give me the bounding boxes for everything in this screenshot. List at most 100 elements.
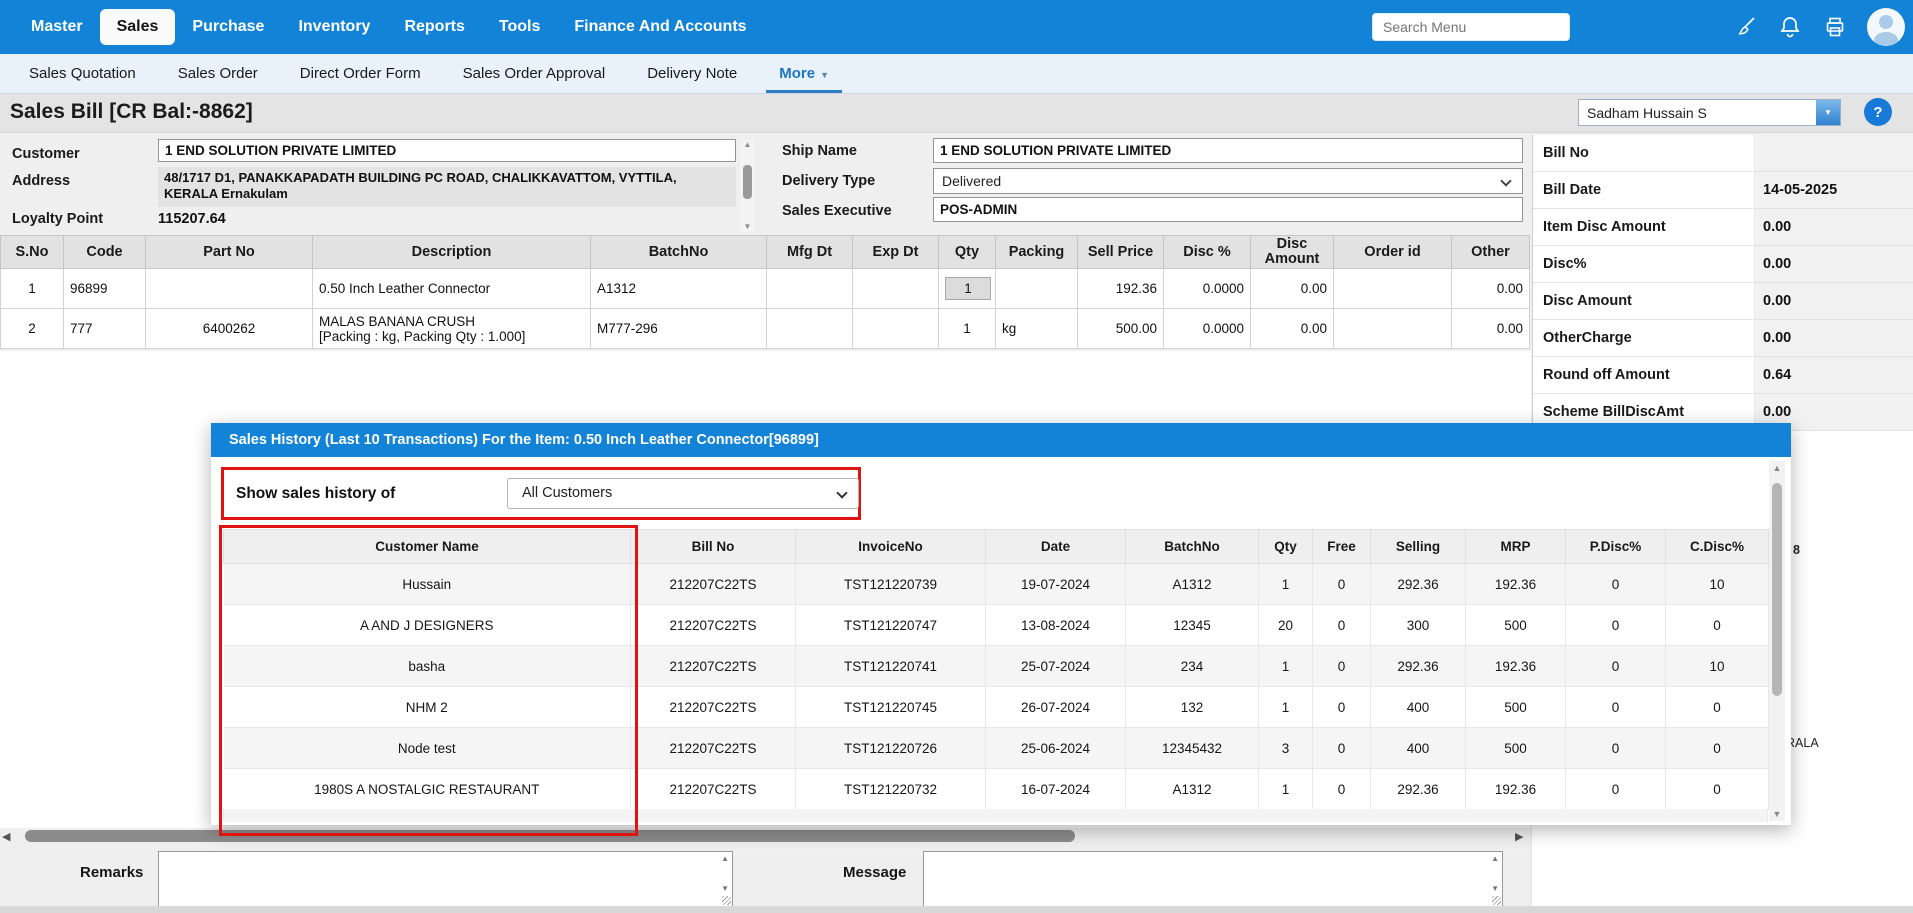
items-cell-order_id bbox=[1334, 309, 1452, 349]
loyalty-point-label: Loyalty Point bbox=[12, 211, 103, 227]
bell-icon[interactable] bbox=[1777, 14, 1803, 40]
items-cell-disc_pct: 0.0000 bbox=[1164, 309, 1251, 349]
items-cell-code: 96899 bbox=[64, 269, 146, 309]
history-cell-free: 0 bbox=[1313, 687, 1371, 728]
nav-item-master[interactable]: Master bbox=[14, 9, 100, 45]
items-cell-qty: 1 bbox=[939, 309, 996, 349]
sales-executive-input[interactable] bbox=[933, 197, 1523, 222]
bill-header-form: Customer Address 48/1717 D1, PANAKKAPADA… bbox=[0, 133, 1531, 235]
horizontal-scrollbar[interactable]: ◀ ▶ bbox=[0, 828, 1531, 845]
printer-icon[interactable] bbox=[1822, 14, 1848, 40]
history-row: Node test212207C22TSTST12122072625-06-20… bbox=[224, 728, 1769, 769]
items-cell-mfg_dt bbox=[767, 309, 853, 349]
nav-item-inventory[interactable]: Inventory bbox=[281, 9, 387, 45]
history-cell-invoiceno: TST121220745 bbox=[796, 687, 986, 728]
scroll-down-icon[interactable]: ▼ bbox=[740, 222, 755, 231]
items-cell-disc_pct: 0.0000 bbox=[1164, 269, 1251, 309]
scroll-down-icon[interactable]: ▼ bbox=[721, 884, 729, 893]
items-cell-qty: 1 bbox=[939, 269, 996, 309]
scroll-right-icon[interactable]: ▶ bbox=[1515, 830, 1523, 843]
avatar[interactable] bbox=[1867, 8, 1905, 46]
history-cell-selling: 300 bbox=[1371, 605, 1466, 646]
modal-title: Sales History (Last 10 Transactions) For… bbox=[211, 423, 1791, 457]
items-row: 1968990.50 Inch Leather ConnectorA131211… bbox=[1, 269, 1530, 309]
modal-scrollbar[interactable]: ▲ ▼ bbox=[1769, 461, 1785, 821]
help-button[interactable]: ? bbox=[1864, 98, 1892, 126]
horizontal-scroll-thumb[interactable] bbox=[25, 830, 1075, 842]
subnav-item-sales-order-approval[interactable]: Sales Order Approval bbox=[442, 54, 627, 93]
qty-input[interactable]: 1 bbox=[945, 277, 991, 300]
history-cell-date: 26-07-2024 bbox=[986, 687, 1126, 728]
customer-filter-select[interactable]: All Customers bbox=[507, 478, 859, 509]
remarks-textarea[interactable] bbox=[158, 851, 733, 907]
scroll-left-icon[interactable]: ◀ bbox=[2, 830, 10, 843]
history-cell-batchno: 132 bbox=[1126, 687, 1259, 728]
nav-item-tools[interactable]: Tools bbox=[482, 9, 557, 45]
address-label: Address bbox=[12, 173, 70, 189]
modal-scroll-thumb[interactable] bbox=[1772, 483, 1782, 696]
items-cell-exp_dt bbox=[853, 269, 939, 309]
nav-item-reports[interactable]: Reports bbox=[387, 9, 481, 45]
subnav-item-more[interactable]: More▼ bbox=[758, 54, 850, 93]
sub-nav: Sales QuotationSales OrderDirect Order F… bbox=[0, 54, 1913, 94]
page-title: Sales Bill [CR Bal:-8862] bbox=[10, 100, 253, 124]
history-cell-customer-name: A AND J DESIGNERS bbox=[224, 605, 631, 646]
history-row: Hussain212207C22TSTST12122073919-07-2024… bbox=[224, 564, 1769, 605]
nav-item-sales[interactable]: Sales bbox=[100, 9, 176, 45]
history-header-invoiceno: InvoiceNo bbox=[796, 530, 986, 564]
items-cell-description: MALAS BANANA CRUSH[Packing : kg, Packing… bbox=[313, 309, 591, 349]
search-input[interactable] bbox=[1372, 13, 1570, 41]
history-cell-invoiceno: TST121220747 bbox=[796, 605, 986, 646]
obscured-text-fragment: 8 bbox=[1793, 543, 1800, 557]
resize-handle[interactable] bbox=[722, 896, 731, 905]
address-field[interactable]: 48/1717 D1, PANAKKAPADATH BUILDING PC RO… bbox=[158, 167, 736, 207]
history-cell-invoiceno: TST121220732 bbox=[796, 769, 986, 810]
summary-value: 0.00 bbox=[1755, 320, 1913, 356]
resize-handle[interactable] bbox=[1492, 896, 1501, 905]
address-line1: 48/1717 D1, PANAKKAPADATH BUILDING PC RO… bbox=[164, 170, 730, 186]
scroll-down-icon[interactable]: ▼ bbox=[1491, 884, 1499, 893]
scroll-up-icon[interactable]: ▲ bbox=[740, 140, 755, 149]
summary-row-bill-date: Bill Date14-05-2025 bbox=[1533, 172, 1913, 209]
history-header-batchno: BatchNo bbox=[1126, 530, 1259, 564]
summary-row-bill-no: Bill No bbox=[1533, 135, 1913, 172]
items-header-qty: Qty bbox=[939, 236, 996, 269]
filter-label: Show sales history of bbox=[236, 485, 395, 503]
chevron-down-icon: ▼ bbox=[820, 70, 829, 80]
items-cell-code: 777 bbox=[64, 309, 146, 349]
customer-panel-scrollbar[interactable]: ▲ ▼ bbox=[740, 139, 755, 232]
history-table: Customer NameBill NoInvoiceNoDateBatchNo… bbox=[223, 529, 1769, 810]
subnav-item-sales-quotation[interactable]: Sales Quotation bbox=[8, 54, 157, 93]
items-header-sell-price: Sell Price bbox=[1078, 236, 1164, 269]
delivery-type-select[interactable]: Delivered bbox=[933, 168, 1523, 194]
item-description-line1: 0.50 Inch Leather Connector bbox=[319, 281, 584, 296]
history-cell-free: 0 bbox=[1313, 728, 1371, 769]
scroll-up-icon[interactable]: ▲ bbox=[1769, 463, 1785, 473]
subnav-item-delivery-note[interactable]: Delivery Note bbox=[626, 54, 758, 93]
chevron-down-icon[interactable]: ▼ bbox=[1816, 100, 1840, 125]
scroll-up-icon[interactable]: ▲ bbox=[1491, 854, 1499, 863]
history-cell-date: 16-07-2024 bbox=[986, 769, 1126, 810]
message-textarea[interactable] bbox=[923, 851, 1503, 907]
history-cell-customer-name: NHM 2 bbox=[224, 687, 631, 728]
items-cell-sno: 2 bbox=[1, 309, 64, 349]
paintbrush-icon[interactable] bbox=[1732, 14, 1758, 40]
salesman-dropdown[interactable]: Sadham Hussain S ▼ bbox=[1578, 99, 1841, 126]
scroll-up-icon[interactable]: ▲ bbox=[721, 854, 729, 863]
nav-item-purchase[interactable]: Purchase bbox=[175, 9, 281, 45]
scroll-thumb[interactable] bbox=[743, 165, 752, 199]
history-cell-date: 13-08-2024 bbox=[986, 605, 1126, 646]
subnav-item-sales-order[interactable]: Sales Order bbox=[157, 54, 279, 93]
top-navbar: MasterSalesPurchaseInventoryReportsTools… bbox=[0, 0, 1913, 54]
customer-input[interactable] bbox=[158, 139, 736, 162]
summary-label: Round off Amount bbox=[1533, 357, 1755, 393]
history-cell-mrp: 500 bbox=[1466, 605, 1566, 646]
nav-item-finance-and-accounts[interactable]: Finance And Accounts bbox=[557, 9, 763, 45]
summary-value: 0.64 bbox=[1755, 357, 1913, 393]
items-cell-disc_amount: 0.00 bbox=[1251, 309, 1334, 349]
subnav-item-direct-order-form[interactable]: Direct Order Form bbox=[279, 54, 442, 93]
ship-name-input[interactable] bbox=[933, 138, 1523, 163]
items-cell-description: 0.50 Inch Leather Connector bbox=[313, 269, 591, 309]
scroll-down-icon[interactable]: ▼ bbox=[1769, 809, 1785, 819]
history-cell-p-disc: 0 bbox=[1566, 605, 1666, 646]
